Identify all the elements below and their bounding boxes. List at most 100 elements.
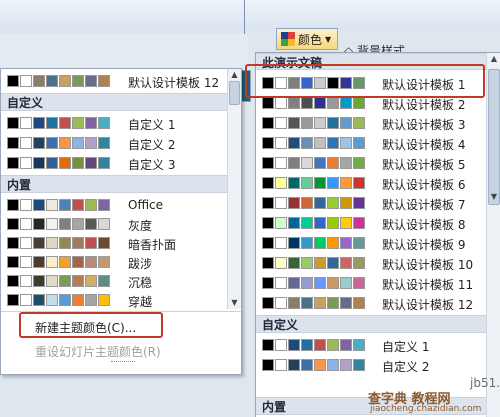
color-swatch <box>353 257 365 269</box>
color-swatch <box>33 275 45 287</box>
custom-section-header: 自定义 <box>256 315 500 333</box>
theme-color-item[interactable] <box>1 233 226 253</box>
color-swatch <box>275 359 287 371</box>
colors-button-label: 颜色 <box>298 32 323 47</box>
color-swatch <box>20 218 32 230</box>
custom-section-header: 自定义 <box>1 93 241 111</box>
color-swatch <box>85 157 97 169</box>
color-swatch <box>314 237 326 249</box>
color-swatch <box>7 117 19 129</box>
color-swatch <box>275 339 287 351</box>
color-swatch <box>7 218 19 230</box>
theme-color-item[interactable] <box>1 271 226 291</box>
color-swatch <box>262 197 274 209</box>
color-swatch <box>46 75 58 87</box>
color-swatch <box>46 256 58 268</box>
color-swatch <box>327 97 339 109</box>
theme-color-item[interactable] <box>1 214 226 234</box>
color-swatch <box>262 339 274 351</box>
color-swatch <box>275 257 287 269</box>
color-swatch <box>85 275 97 287</box>
color-swatch <box>314 197 326 209</box>
color-swatch <box>59 294 71 306</box>
color-swatch <box>314 257 326 269</box>
color-swatch <box>314 177 326 189</box>
theme-color-label: 沉稳 <box>128 276 153 290</box>
left-scrollbar[interactable]: ▲ ▼ <box>227 69 241 309</box>
color-swatch <box>340 359 352 371</box>
color-swatch <box>33 218 45 230</box>
color-swatch <box>275 137 287 149</box>
scroll-down-icon[interactable]: ▼ <box>487 191 500 203</box>
new-theme-colors-highlight <box>19 312 163 338</box>
color-swatch <box>288 157 300 169</box>
theme-color-label: 暗香扑面 <box>128 238 177 252</box>
color-swatch <box>98 137 110 149</box>
color-swatch <box>353 197 365 209</box>
color-swatch <box>85 256 97 268</box>
theme-colors-icon <box>281 32 295 46</box>
color-swatch <box>46 294 58 306</box>
scroll-thumb[interactable] <box>488 69 500 205</box>
theme-color-item[interactable] <box>256 335 481 355</box>
theme-color-item[interactable] <box>1 252 226 272</box>
color-swatch <box>275 277 287 289</box>
color-swatch <box>59 117 71 129</box>
color-swatches <box>262 297 365 309</box>
color-swatch <box>20 157 32 169</box>
color-swatch <box>72 256 84 268</box>
color-swatches <box>262 157 365 169</box>
theme-color-item[interactable] <box>1 71 110 91</box>
colors-button[interactable]: 颜色 ▼ <box>276 28 338 50</box>
scroll-up-icon[interactable]: ▲ <box>228 69 241 81</box>
color-swatches <box>7 199 110 211</box>
theme-color-label: 跋涉 <box>128 257 153 271</box>
color-swatch <box>72 157 84 169</box>
color-swatch <box>275 297 287 309</box>
theme-color-item[interactable] <box>1 290 226 310</box>
color-swatch <box>340 339 352 351</box>
scroll-thumb[interactable] <box>229 81 240 105</box>
color-swatch <box>314 359 326 371</box>
color-swatches <box>262 359 365 371</box>
color-swatch <box>33 256 45 268</box>
color-swatch <box>288 217 300 229</box>
color-swatch <box>314 217 326 229</box>
color-swatch <box>20 294 32 306</box>
theme-color-item[interactable] <box>1 153 226 173</box>
color-swatch <box>262 257 274 269</box>
theme-color-label: 默认设计模板 2 <box>382 98 466 112</box>
resize-grip-icon[interactable] <box>111 361 135 368</box>
color-swatch <box>288 197 300 209</box>
color-swatches <box>7 157 110 169</box>
color-swatch <box>59 75 71 87</box>
theme-color-item[interactable] <box>1 133 226 153</box>
color-swatch <box>275 177 287 189</box>
color-swatch <box>288 177 300 189</box>
color-swatch <box>353 97 365 109</box>
theme-color-item[interactable] <box>1 195 226 215</box>
theme-color-label: 默认设计模板 12 <box>382 298 474 312</box>
color-swatch <box>262 137 274 149</box>
color-swatch <box>301 257 313 269</box>
color-swatch <box>72 199 84 211</box>
color-swatch <box>327 177 339 189</box>
color-swatch <box>98 275 110 287</box>
color-swatch <box>288 97 300 109</box>
scroll-up-icon[interactable]: ▲ <box>487 53 500 65</box>
color-swatch <box>98 157 110 169</box>
color-swatch <box>353 277 365 289</box>
right-scrollbar[interactable]: ▲ ▼ <box>486 53 500 417</box>
color-swatches <box>7 256 110 268</box>
color-swatch <box>353 177 365 189</box>
theme-color-item[interactable] <box>1 113 226 133</box>
color-swatch <box>340 97 352 109</box>
color-swatch <box>20 256 32 268</box>
color-swatch <box>301 117 313 129</box>
color-swatch <box>262 157 274 169</box>
scroll-down-icon[interactable]: ▼ <box>228 297 241 309</box>
theme-color-item[interactable] <box>256 355 481 375</box>
color-swatch <box>288 277 300 289</box>
theme-color-label: 默认设计模板 10 <box>382 258 474 272</box>
color-swatch <box>7 137 19 149</box>
